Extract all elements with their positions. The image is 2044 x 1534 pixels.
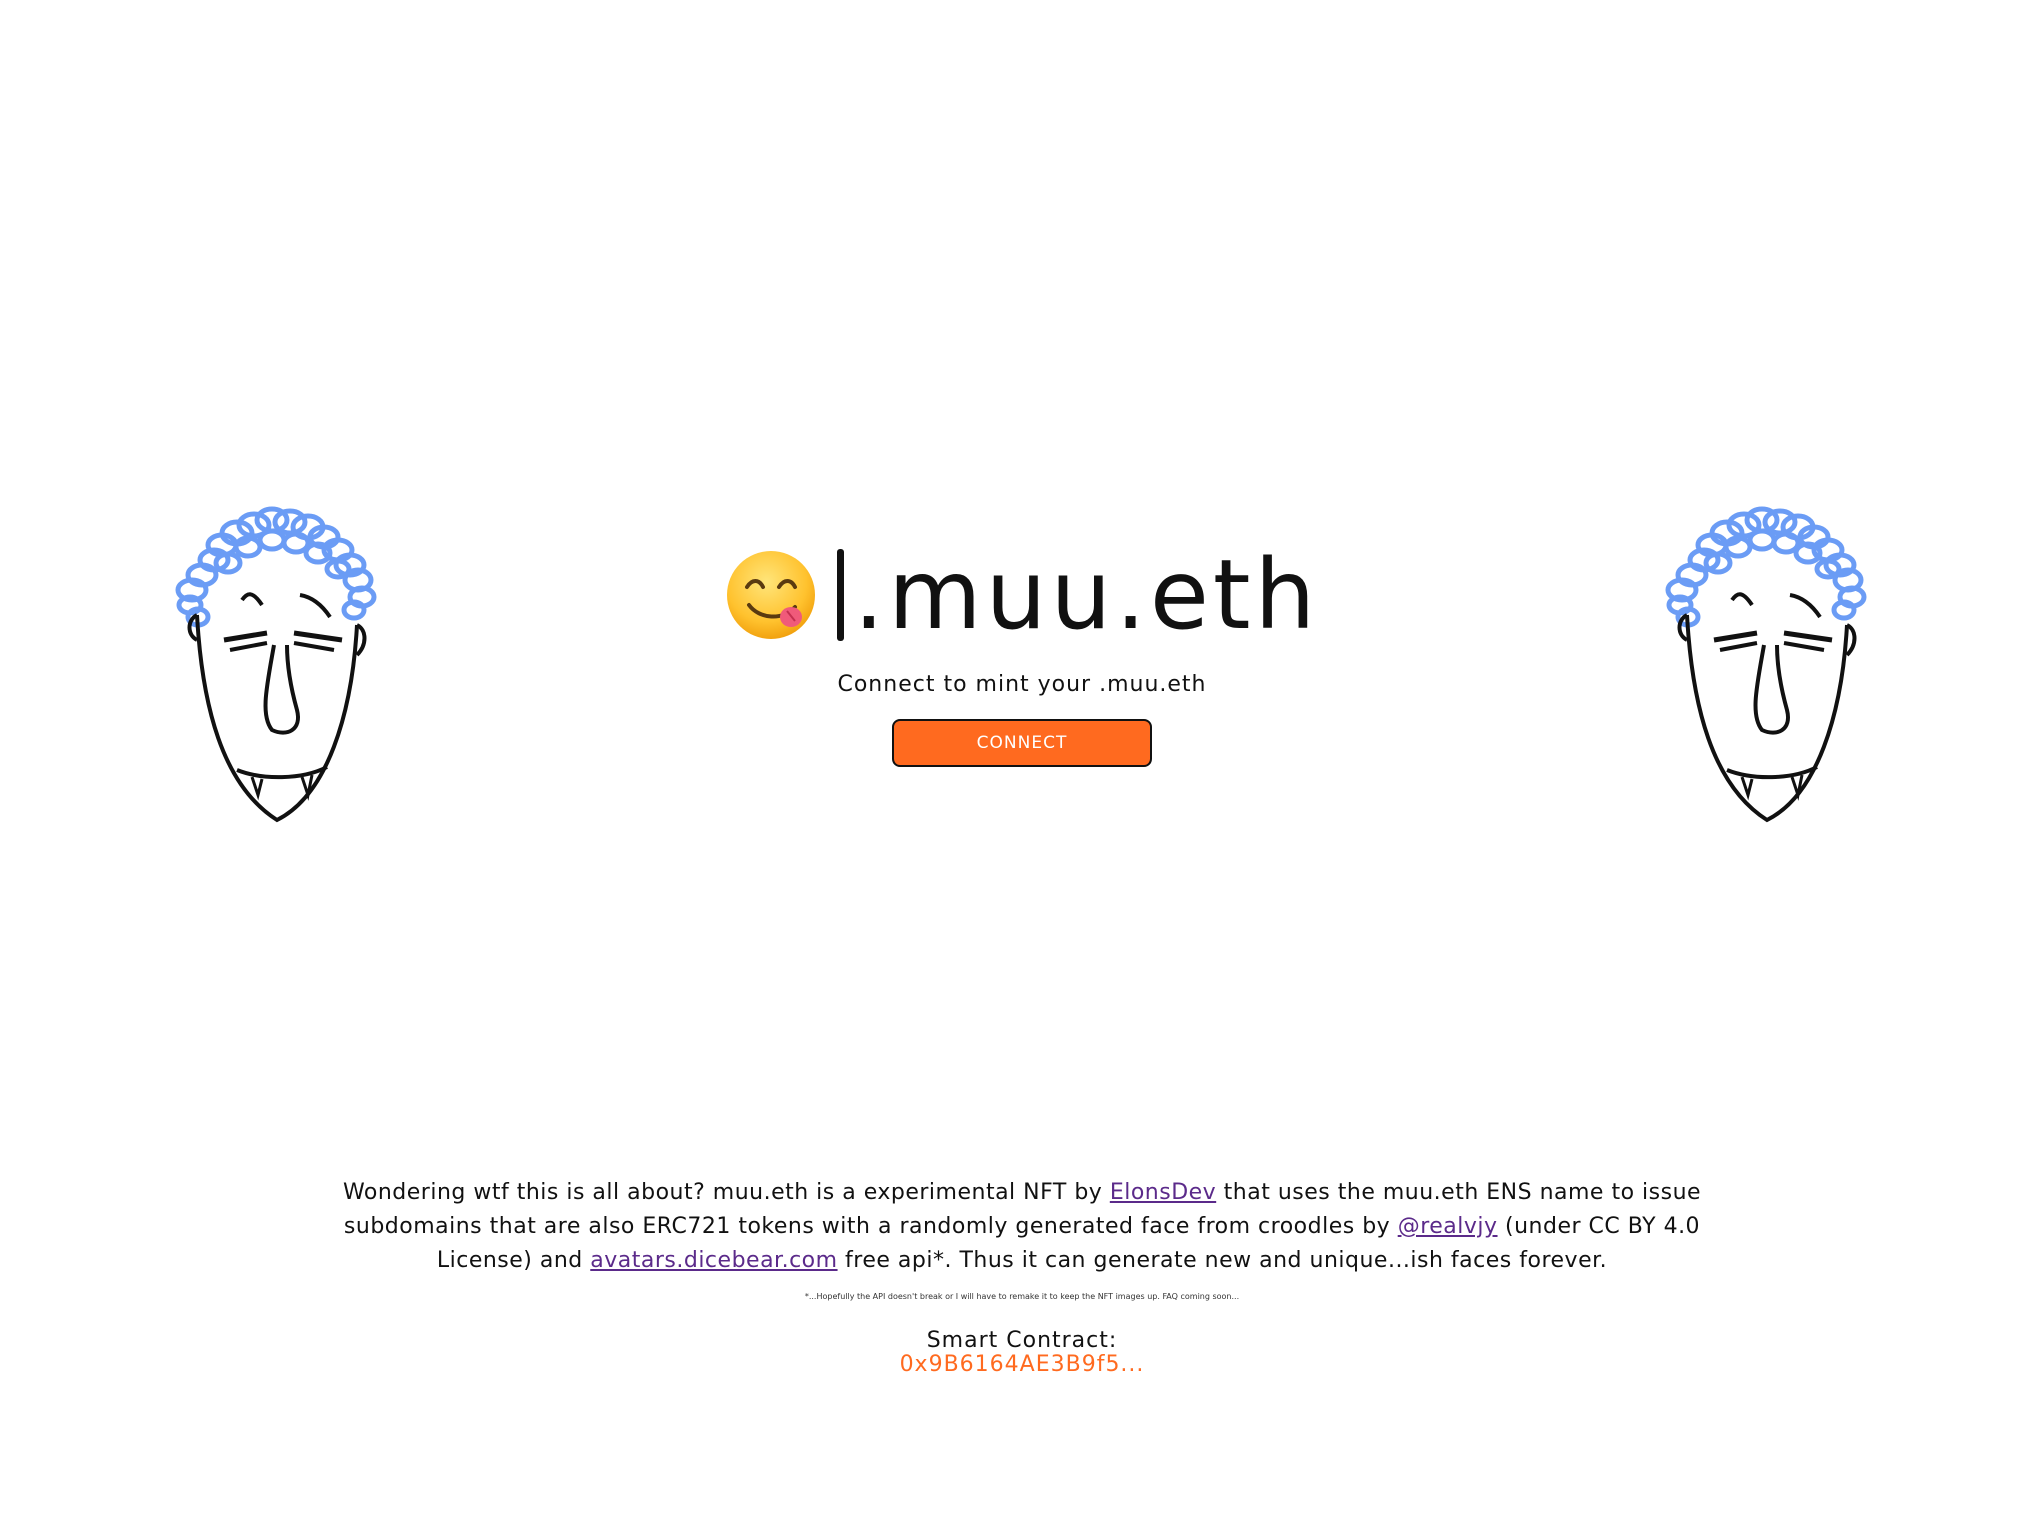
footnote: *...Hopefully the API doesn't break or I… [804, 1292, 1240, 1301]
dicebear-link[interactable]: avatars.dicebear.com [590, 1248, 837, 1273]
about-paragraph: Wondering wtf this is all about? muu.eth… [320, 1176, 1724, 1278]
page: .muu.eth Connect to mint your .muu.eth C… [0, 0, 2044, 1534]
hero-section: .muu.eth Connect to mint your .muu.eth C… [0, 540, 2044, 767]
connect-subtitle: Connect to mint your .muu.eth [837, 672, 1207, 697]
smart-contract-section: Smart Contract: 0x9B6164AE3B9f5... [0, 1329, 2044, 1377]
smart-contract-label: Smart Contract: [926, 1328, 1118, 1353]
yum-face-emoji-icon [726, 551, 815, 639]
page-title: .muu.eth [853, 539, 1320, 651]
text-cursor-bar [836, 549, 844, 641]
smart-contract-address-link[interactable]: 0x9B6164AE3B9f5... [0, 1353, 2044, 1377]
elonsdev-link[interactable]: ElonsDev [1110, 1180, 1216, 1205]
title-row: .muu.eth [725, 540, 1320, 650]
connect-button[interactable]: CONNECT [892, 719, 1152, 767]
realvjy-link[interactable]: @realvjy [1398, 1214, 1498, 1239]
about-text-4: free api*. Thus it can generate new and … [837, 1248, 1608, 1273]
about-text-1: Wondering wtf this is all about? muu.eth… [342, 1180, 1110, 1205]
